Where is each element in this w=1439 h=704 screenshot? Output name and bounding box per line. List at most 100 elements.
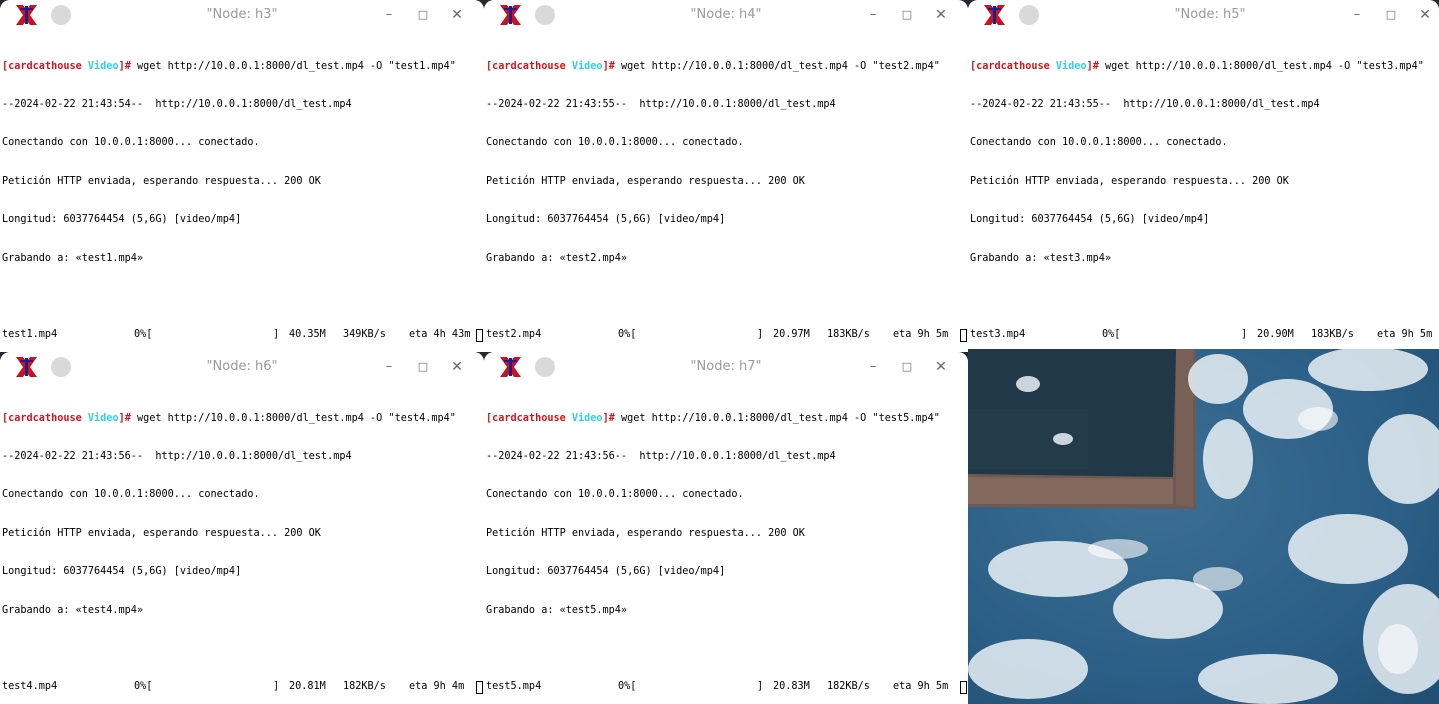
progress-size: 40.35M [289, 329, 326, 341]
text-cursor [476, 329, 483, 343]
text-cursor [476, 681, 483, 695]
close-button[interactable]: ✕ [446, 5, 468, 25]
terminal-window-h4[interactable]: "Node: h4" – □ ✕ [cardcathouse Video]# w… [484, 0, 968, 352]
titlebar[interactable]: "Node: h6" – □ ✕ [0, 352, 484, 382]
prompt-line: [cardcathouse Video]# wget http://10.0.0… [2, 61, 484, 74]
terminal-output[interactable]: [cardcathouse Video]# wget http://10.0.0… [2, 35, 484, 352]
prompt-host: cardcathouse [8, 60, 82, 72]
output-line: --2024-02-22 21:43:54-- http://10.0.0.1:… [2, 98, 352, 110]
progress-line: test3.mp4 0%[ ] 20.90M 183KB/s eta 9h 5m [970, 329, 1439, 342]
progress-line: test4.mp4 0%[ ] 20.81M 182KB/s eta 9h 4m [2, 681, 484, 695]
command-text: wget http://10.0.0.1:8000/dl_test.mp4 -O… [614, 412, 940, 424]
output-line: Grabando a: «test2.mp4» [486, 252, 628, 264]
terminal-window-h7[interactable]: "Node: h7" – □ ✕ [cardcathouse Video]# w… [484, 352, 968, 704]
desktop-wallpaper [968, 349, 1439, 704]
minimize-button[interactable]: – [862, 5, 884, 25]
maximize-button[interactable]: □ [896, 357, 918, 377]
prompt-line: [cardcathouse Video]# wget http://10.0.0… [486, 61, 968, 74]
progress-percent: 0%[ [1102, 329, 1121, 341]
progress-rate: 183KB/s [1311, 329, 1354, 341]
progress-line: test1.mp4 0%[ ] 40.35M 349KB/s eta 4h 43… [2, 329, 484, 343]
titlebar[interactable]: "Node: h3" – □ ✕ [0, 0, 484, 30]
output-line: Conectando con 10.0.0.1:8000... conectad… [486, 489, 744, 501]
progress-rate: 182KB/s [343, 681, 386, 693]
output-line: Grabando a: «test3.mp4» [970, 252, 1112, 264]
terminal-output[interactable]: [cardcathouse Video]# wget http://10.0.0… [486, 387, 968, 704]
close-button[interactable]: ✕ [446, 357, 468, 377]
progress-bar-end: ] [1241, 329, 1248, 341]
maximize-button[interactable]: □ [412, 357, 434, 377]
progress-eta: eta 9h 5m [1377, 329, 1433, 341]
progress-rate: 182KB/s [827, 681, 870, 693]
prompt-dir: Video [87, 60, 119, 72]
prompt-close: ]# [602, 60, 615, 72]
prompt-close: ]# [602, 412, 615, 424]
progress-bar-end: ] [273, 681, 280, 693]
progress-percent: 0%[ [618, 681, 637, 693]
text-cursor [960, 681, 967, 695]
prompt-dir: Video [571, 412, 603, 424]
output-line: Petición HTTP enviada, esperando respues… [486, 175, 805, 187]
terminal-output[interactable]: [cardcathouse Video]# wget http://10.0.0… [970, 35, 1439, 352]
terminal-window-h6[interactable]: "Node: h6" – □ ✕ [cardcathouse Video]# w… [0, 352, 484, 704]
close-button[interactable]: ✕ [930, 357, 952, 377]
output-line: Longitud: 6037764454 (5,6G) [video/mp4] [970, 214, 1210, 226]
progress-filename: test2.mp4 [486, 329, 542, 341]
close-button[interactable]: ✕ [930, 5, 952, 25]
output-line: Longitud: 6037764454 (5,6G) [video/mp4] [2, 566, 242, 578]
progress-eta: eta 4h 43m [409, 329, 471, 341]
titlebar[interactable]: "Node: h7" – □ ✕ [484, 352, 968, 382]
progress-percent: 0%[ [134, 681, 153, 693]
maximize-button[interactable]: □ [412, 5, 434, 25]
maximize-button[interactable]: □ [896, 5, 918, 25]
prompt-close: ]# [118, 60, 131, 72]
prompt-host: cardcathouse [976, 60, 1050, 72]
output-line: Longitud: 6037764454 (5,6G) [video/mp4] [486, 214, 726, 226]
output-line: --2024-02-22 21:43:56-- http://10.0.0.1:… [486, 450, 836, 462]
output-line: --2024-02-22 21:43:56-- http://10.0.0.1:… [2, 450, 352, 462]
maximize-button[interactable]: □ [1380, 5, 1402, 25]
output-line: Grabando a: «test4.mp4» [2, 604, 144, 616]
ocean-wallpaper-image [968, 349, 1439, 704]
output-line: Conectando con 10.0.0.1:8000... conectad… [2, 489, 260, 501]
output-line: Grabando a: «test1.mp4» [2, 252, 144, 264]
output-line: Petición HTTP enviada, esperando respues… [486, 527, 805, 539]
progress-percent: 0%[ [134, 329, 153, 341]
minimize-button[interactable]: – [378, 357, 400, 377]
output-line: Petición HTTP enviada, esperando respues… [2, 527, 321, 539]
prompt-line: [cardcathouse Video]# wget http://10.0.0… [486, 413, 968, 426]
prompt-line: [cardcathouse Video]# wget http://10.0.0… [2, 413, 484, 426]
progress-line: test2.mp4 0%[ ] 20.97M 183KB/s eta 9h 5m [486, 329, 968, 343]
output-line: Conectando con 10.0.0.1:8000... conectad… [2, 137, 260, 149]
progress-size: 20.81M [289, 681, 326, 693]
progress-size: 20.83M [773, 681, 810, 693]
progress-size: 20.90M [1257, 329, 1294, 341]
minimize-button[interactable]: – [1346, 5, 1368, 25]
progress-eta: eta 9h 5m [893, 681, 949, 693]
prompt-close: ]# [118, 412, 131, 424]
output-line: Petición HTTP enviada, esperando respues… [970, 175, 1289, 187]
progress-filename: test5.mp4 [486, 681, 542, 693]
progress-rate: 349KB/s [343, 329, 386, 341]
minimize-button[interactable]: – [862, 357, 884, 377]
output-line: --2024-02-22 21:43:55-- http://10.0.0.1:… [486, 98, 836, 110]
progress-filename: test1.mp4 [2, 329, 58, 341]
terminal-output[interactable]: [cardcathouse Video]# wget http://10.0.0… [486, 35, 968, 352]
progress-line: test5.mp4 0%[ ] 20.83M 182KB/s eta 9h 5m [486, 681, 968, 695]
titlebar[interactable]: "Node: h5" – □ ✕ [968, 0, 1439, 30]
terminal-output[interactable]: [cardcathouse Video]# wget http://10.0.0… [2, 387, 484, 704]
prompt-dir: Video [1055, 60, 1087, 72]
titlebar[interactable]: "Node: h4" – □ ✕ [484, 0, 968, 30]
output-line: Petición HTTP enviada, esperando respues… [2, 175, 321, 187]
terminal-window-h3[interactable]: "Node: h3" – □ ✕ [cardcathouse Video]# w… [0, 0, 484, 352]
prompt-line: [cardcathouse Video]# wget http://10.0.0… [970, 61, 1439, 74]
output-line: Grabando a: «test5.mp4» [486, 604, 628, 616]
terminal-window-h5[interactable]: "Node: h5" – □ ✕ [cardcathouse Video]# w… [968, 0, 1439, 352]
close-button[interactable]: ✕ [1414, 5, 1436, 25]
minimize-button[interactable]: – [378, 5, 400, 25]
progress-filename: test4.mp4 [2, 681, 58, 693]
